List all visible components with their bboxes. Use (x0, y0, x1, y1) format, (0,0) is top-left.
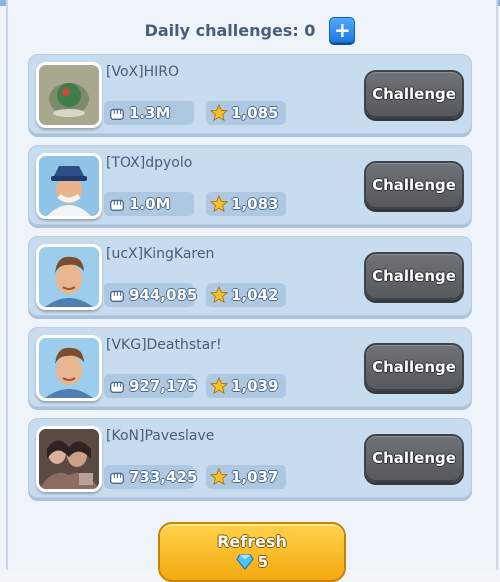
opponent-card: [VKG]Deathstar! 927,175 1,039 Challenge (28, 327, 472, 407)
player-name: [VoX]HIRO (106, 64, 179, 80)
star-icon (210, 468, 228, 486)
power-stat: 944,085 (104, 283, 198, 307)
power-stat: 733,425 (104, 465, 198, 489)
player-avatar[interactable] (36, 426, 102, 492)
hero-avatar-icon (39, 338, 99, 398)
refresh-label: Refresh (217, 532, 287, 551)
add-challenges-button[interactable]: + (329, 17, 356, 43)
power-stat: 1.3M (104, 101, 194, 125)
trophy-stat: 1,042 (206, 283, 286, 307)
power-value: 1.0M (129, 195, 171, 213)
star-icon (210, 286, 228, 304)
trophy-value: 1,037 (231, 468, 279, 486)
fist-icon (110, 108, 124, 120)
challenge-button[interactable]: Challenge (364, 434, 464, 482)
challenge-button[interactable]: Challenge (364, 252, 464, 300)
trophy-stat: 1,083 (206, 192, 286, 216)
challenge-button[interactable]: Challenge (364, 70, 464, 118)
power-value: 944,085 (129, 286, 198, 304)
opponent-card: [VoX]HIRO 1.3M 1,085 Challenge (28, 54, 472, 134)
player-avatar[interactable] (36, 62, 102, 128)
challenge-button[interactable]: Challenge (364, 161, 464, 209)
opponent-card: [ucX]KingKaren 944,085 1,042 Challenge (28, 236, 472, 316)
star-icon (210, 195, 228, 213)
gem-icon (236, 554, 254, 570)
fist-icon (110, 290, 124, 302)
player-avatar[interactable] (36, 153, 102, 219)
trophy-value: 1,083 (231, 195, 279, 213)
refresh-button[interactable]: Refresh 5 (158, 522, 346, 582)
fist-icon (110, 381, 124, 393)
group-photo-avatar-icon (39, 429, 99, 489)
player-name: [ucX]KingKaren (106, 246, 215, 262)
refresh-cost: 5 (160, 553, 344, 571)
power-stat: 1.0M (104, 192, 194, 216)
trophy-value: 1,085 (231, 104, 279, 122)
player-name: [KoN]Paveslave (106, 428, 215, 444)
opponent-card: [KoN]Paveslave 733,425 1,037 Challenge (28, 418, 472, 498)
plus-icon: + (334, 18, 351, 42)
power-value: 1.3M (129, 104, 171, 122)
player-avatar[interactable] (36, 244, 102, 310)
challenge-button[interactable]: Challenge (364, 343, 464, 391)
star-icon (210, 104, 228, 122)
hat-captain-avatar-icon (39, 156, 99, 216)
power-value: 927,175 (129, 377, 198, 395)
trophy-stat: 1,085 (206, 101, 286, 125)
refresh-cost-value: 5 (257, 553, 269, 571)
trophy-value: 1,042 (231, 286, 279, 304)
player-avatar[interactable] (36, 335, 102, 401)
power-stat: 927,175 (104, 374, 198, 398)
power-value: 733,425 (129, 468, 198, 486)
player-name: [VKG]Deathstar! (106, 337, 222, 353)
trophy-value: 1,039 (231, 377, 279, 395)
hero-avatar-icon (39, 247, 99, 307)
trophy-stat: 1,037 (206, 465, 286, 489)
player-name: [TOX]dpyolo (106, 155, 193, 171)
trophy-stat: 1,039 (206, 374, 286, 398)
daily-challenges-label: Daily challenges: 0 (144, 20, 316, 40)
fist-icon (110, 199, 124, 211)
daily-challenges-header: Daily challenges: 0 + (0, 16, 500, 44)
opponent-card: [TOX]dpyolo 1.0M 1,083 Challenge (28, 145, 472, 225)
star-icon (210, 377, 228, 395)
green-orb-avatar-icon (39, 65, 99, 125)
fist-icon (110, 472, 124, 484)
